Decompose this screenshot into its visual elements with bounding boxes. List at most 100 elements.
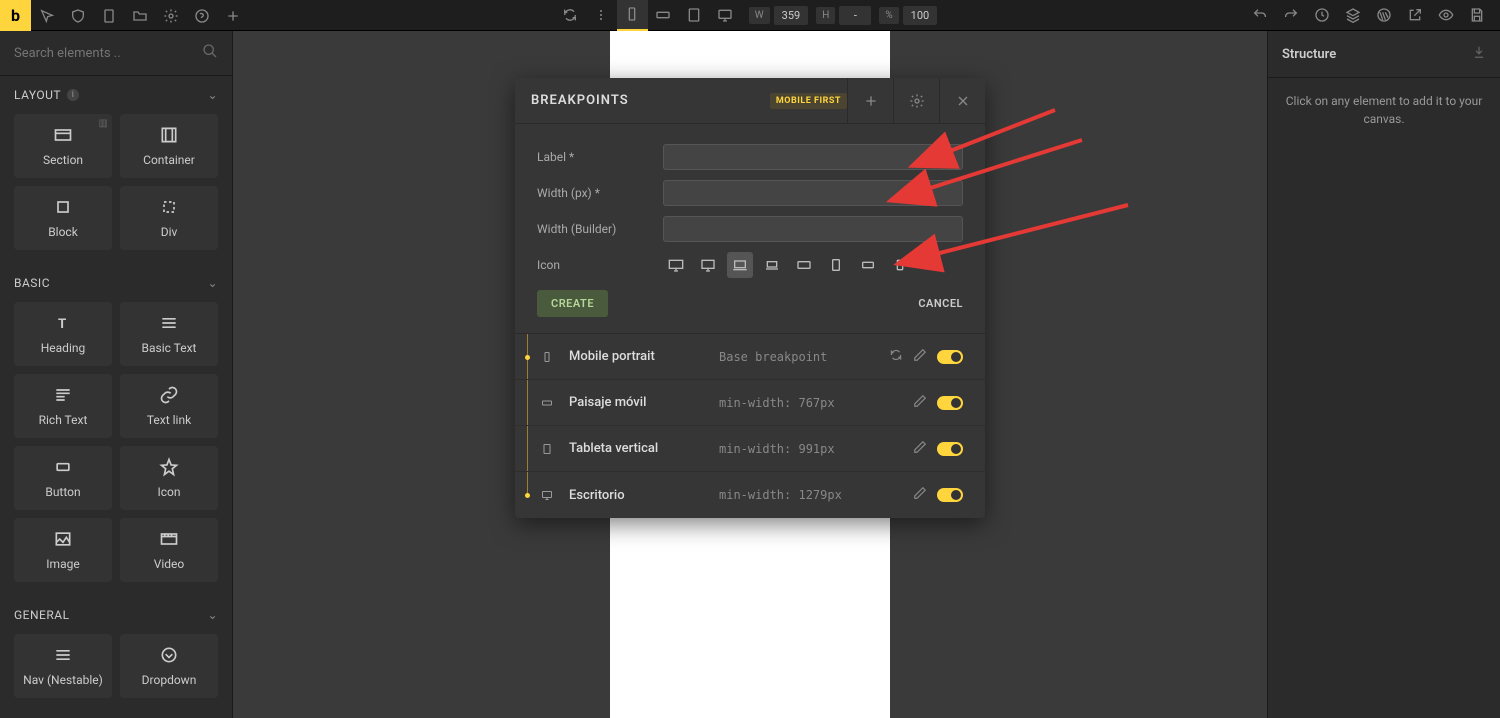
h-value[interactable]: - <box>839 6 871 25</box>
elem-button[interactable]: Button <box>14 446 112 510</box>
toggle[interactable] <box>937 488 963 502</box>
tablet-icon[interactable] <box>679 0 710 31</box>
width-field-label: Width (px) * <box>537 186 663 200</box>
elem-section[interactable]: ▥Section <box>14 114 112 178</box>
cat-title: LAYOUT <box>14 88 61 102</box>
breakpoint-list: Mobile portrait Base breakpoint Paisaje … <box>515 334 985 518</box>
icon-opt-desktop-lg[interactable] <box>663 252 689 278</box>
modal-header: BREAKPOINTS MOBILE FIRST <box>515 78 985 124</box>
icon-field-label: Icon <box>537 258 663 272</box>
icon-opt-laptop[interactable] <box>727 252 753 278</box>
refresh-icon[interactable] <box>555 0 586 31</box>
close-button[interactable] <box>939 78 985 124</box>
elem-label: Rich Text <box>39 413 88 427</box>
elem-label: Heading <box>41 341 86 355</box>
elem-icon[interactable]: Icon <box>120 446 218 510</box>
undo-icon[interactable] <box>1244 0 1275 31</box>
folder-icon[interactable] <box>124 0 155 31</box>
toggle[interactable] <box>937 442 963 456</box>
page-icon[interactable] <box>93 0 124 31</box>
elem-text-link[interactable]: Text link <box>120 374 218 438</box>
eye-icon[interactable] <box>1430 0 1461 31</box>
edit-icon[interactable] <box>913 348 927 366</box>
bp-connector <box>527 380 528 425</box>
w-label: W <box>749 7 770 24</box>
chevron-down-icon: ⌄ <box>207 276 218 290</box>
layers-icon[interactable] <box>1337 0 1368 31</box>
label-input[interactable] <box>663 144 963 170</box>
edit-icon[interactable] <box>913 486 927 504</box>
icon-opt-tablet-land[interactable] <box>791 252 817 278</box>
mobile-portrait-icon <box>539 350 555 364</box>
help-icon[interactable] <box>186 0 217 31</box>
history-icon[interactable] <box>1306 0 1337 31</box>
save-icon[interactable] <box>1461 0 1492 31</box>
w-value[interactable]: 359 <box>774 6 809 25</box>
gear-icon[interactable] <box>155 0 186 31</box>
external-icon[interactable] <box>1399 0 1430 31</box>
elem-container[interactable]: Container <box>120 114 218 178</box>
layout-grid: ▥Section Container Block Div <box>0 110 232 264</box>
elem-dropdown[interactable]: Dropdown <box>120 634 218 698</box>
icon-opt-laptop-sm[interactable] <box>759 252 785 278</box>
cat-general-header[interactable]: GENERAL ⌄ <box>0 596 232 630</box>
desktop-icon[interactable] <box>710 0 741 31</box>
bp-connector <box>527 426 528 471</box>
mobile-landscape-icon <box>539 396 555 410</box>
width-input[interactable] <box>663 180 963 206</box>
plus-icon[interactable] <box>217 0 248 31</box>
pct-value[interactable]: 100 <box>903 6 938 25</box>
logo[interactable]: b <box>0 0 31 31</box>
elem-rich-text[interactable]: Rich Text <box>14 374 112 438</box>
modal-title: BREAKPOINTS <box>531 93 629 108</box>
elem-label: Nav (Nestable) <box>23 673 103 687</box>
icon-opt-tablet-port[interactable] <box>823 252 849 278</box>
sync-icon[interactable] <box>889 348 903 366</box>
bp-name: Mobile portrait <box>569 349 719 364</box>
mobile-landscape-icon[interactable] <box>648 0 679 31</box>
label-field-label: Label * <box>537 150 663 164</box>
icon-opt-mobile-land[interactable] <box>855 252 881 278</box>
search-icon[interactable] <box>202 43 218 63</box>
elem-basic-text[interactable]: Basic Text <box>120 302 218 366</box>
create-button[interactable]: CREATE <box>537 290 608 317</box>
elem-block[interactable]: Block <box>14 186 112 250</box>
structure-header: Structure <box>1268 31 1500 78</box>
icon-opt-mobile-port[interactable] <box>887 252 913 278</box>
edit-icon[interactable] <box>913 394 927 412</box>
wordpress-icon[interactable] <box>1368 0 1399 31</box>
breakpoint-row: Tableta vertical min-width: 991px <box>515 426 985 472</box>
cat-title: GENERAL <box>14 608 70 622</box>
elem-image[interactable]: Image <box>14 518 112 582</box>
height-group: H - <box>816 6 871 25</box>
shield-icon[interactable] <box>62 0 93 31</box>
edit-icon[interactable] <box>913 440 927 458</box>
elem-video[interactable]: Video <box>120 518 218 582</box>
redo-icon[interactable] <box>1275 0 1306 31</box>
topbar: b W 359 H - % 100 <box>0 0 1500 31</box>
cat-layout-header[interactable]: LAYOUT i ⌄ <box>0 76 232 110</box>
icon-opt-desktop[interactable] <box>695 252 721 278</box>
topbar-left: b <box>0 0 248 30</box>
download-icon[interactable] <box>1472 45 1486 63</box>
columns-mini-icon: ▥ <box>99 118 108 129</box>
modal-settings-button[interactable] <box>893 78 939 124</box>
toggle[interactable] <box>937 396 963 410</box>
builder-input[interactable] <box>663 216 963 242</box>
bp-meta: min-width: 767px <box>719 396 913 410</box>
cat-basic-header[interactable]: BASIC ⌄ <box>0 264 232 298</box>
elem-label: Video <box>154 557 185 571</box>
modal-body: Label * Width (px) * Width (Builder) Ico… <box>515 124 985 334</box>
cursor-icon[interactable] <box>31 0 62 31</box>
elem-nav[interactable]: Nav (Nestable) <box>14 634 112 698</box>
h-label: H <box>816 7 835 24</box>
mobile-portrait-icon[interactable] <box>617 0 648 31</box>
search-input[interactable] <box>14 46 202 61</box>
elem-div[interactable]: Div <box>120 186 218 250</box>
add-breakpoint-button[interactable] <box>847 78 893 124</box>
cancel-button[interactable]: CANCEL <box>918 297 963 310</box>
elem-heading[interactable]: THeading <box>14 302 112 366</box>
toggle[interactable] <box>937 350 963 364</box>
bp-meta: min-width: 1279px <box>719 488 913 502</box>
more-icon[interactable] <box>586 0 617 31</box>
